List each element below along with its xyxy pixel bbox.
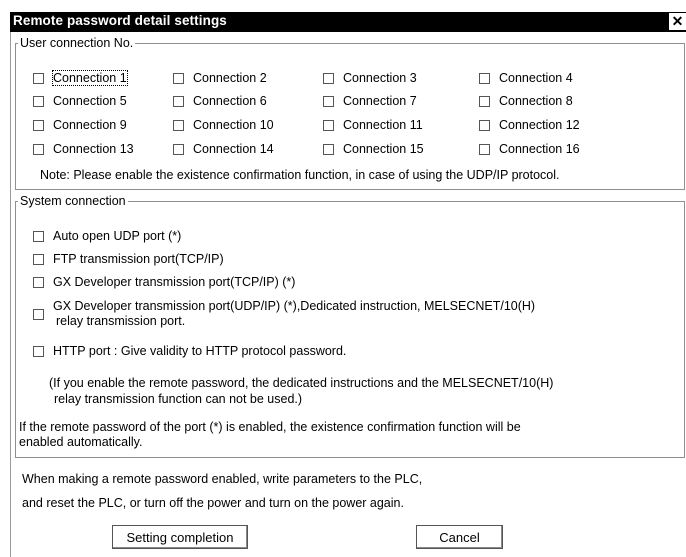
checkbox-box[interactable] xyxy=(173,72,184,84)
gx-udp-port-label-line2: relay transmission port. xyxy=(56,314,186,328)
checkbox-box[interactable] xyxy=(33,72,44,84)
user-connection-legend: User connection No. xyxy=(20,36,134,50)
connection-11-label: Connection 11 xyxy=(343,118,423,132)
connection-6-checkbox[interactable]: Connection 6 xyxy=(173,94,267,108)
ftp-port-label: FTP transmission port(TCP/IP) xyxy=(53,252,224,266)
system-connection-legend: System connection xyxy=(20,194,126,208)
asterisk-line-1: If the remote password of the port (*) i… xyxy=(19,420,521,434)
connection-10-checkbox[interactable]: Connection 10 xyxy=(173,118,274,132)
checkbox-box[interactable] xyxy=(33,143,44,155)
connection-11-checkbox[interactable]: Connection 11 xyxy=(323,118,423,132)
connection-14-label: Connection 14 xyxy=(193,142,274,156)
close-icon[interactable]: ✕ xyxy=(669,13,686,30)
gx-udp-port-label: GX Developer transmission port(UDP/IP) (… xyxy=(53,299,535,329)
checkbox-box[interactable] xyxy=(479,95,490,107)
connection-4-label: Connection 4 xyxy=(499,71,573,85)
connection-2-checkbox[interactable]: Connection 2 xyxy=(173,71,267,85)
gx-udp-port-checkbox[interactable]: GX Developer transmission port(UDP/IP) (… xyxy=(33,299,535,329)
connection-13-checkbox[interactable]: Connection 13 xyxy=(33,142,134,156)
connection-3-checkbox[interactable]: Connection 3 xyxy=(323,71,417,85)
checkbox-box[interactable] xyxy=(173,119,184,131)
checkbox-box[interactable] xyxy=(33,276,44,288)
connection-15-label: Connection 15 xyxy=(343,142,424,156)
cancel-button[interactable]: Cancel xyxy=(416,525,503,549)
checkbox-box[interactable] xyxy=(479,119,490,131)
info-line-1: (If you enable the remote password, the … xyxy=(49,376,554,390)
user-connection-group: User connection No. xyxy=(15,36,685,190)
http-port-label: HTTP port : Give validity to HTTP protoc… xyxy=(53,344,347,358)
checkbox-box[interactable] xyxy=(173,95,184,107)
info-line-2: relay transmission function can not be u… xyxy=(54,392,303,406)
gx-tcp-port-checkbox[interactable]: GX Developer transmission port(TCP/IP) (… xyxy=(33,275,295,289)
dialog-body: User connection No. Connection 1 Connect… xyxy=(10,32,686,557)
udp-note: Note: Please enable the existence confir… xyxy=(40,168,560,182)
connection-14-checkbox[interactable]: Connection 14 xyxy=(173,142,274,156)
auto-open-udp-label: Auto open UDP port (*) xyxy=(53,229,182,243)
asterisk-line-2: enabled automatically. xyxy=(19,435,143,449)
connection-13-label: Connection 13 xyxy=(53,142,134,156)
connection-10-label: Connection 10 xyxy=(193,118,274,132)
window-title: Remote password detail settings xyxy=(13,13,227,28)
connection-12-checkbox[interactable]: Connection 12 xyxy=(479,118,580,132)
connection-1-label: Connection 1 xyxy=(52,70,128,86)
connection-3-label: Connection 3 xyxy=(343,71,417,85)
checkbox-box[interactable] xyxy=(33,308,44,320)
checkbox-box[interactable] xyxy=(479,143,490,155)
gx-udp-port-label-line1: GX Developer transmission port(UDP/IP) (… xyxy=(53,299,536,313)
connection-8-checkbox[interactable]: Connection 8 xyxy=(479,94,573,108)
connection-12-label: Connection 12 xyxy=(499,118,580,132)
auto-open-udp-checkbox[interactable]: Auto open UDP port (*) xyxy=(33,229,181,243)
checkbox-box[interactable] xyxy=(323,143,334,155)
checkbox-box[interactable] xyxy=(323,119,334,131)
connection-5-checkbox[interactable]: Connection 5 xyxy=(33,94,127,108)
checkbox-box[interactable] xyxy=(323,95,334,107)
connection-4-checkbox[interactable]: Connection 4 xyxy=(479,71,573,85)
ftp-port-checkbox[interactable]: FTP transmission port(TCP/IP) xyxy=(33,252,224,266)
checkbox-box[interactable] xyxy=(479,72,490,84)
footer-line-2: and reset the PLC, or turn off the power… xyxy=(22,496,404,510)
checkbox-box[interactable] xyxy=(33,119,44,131)
checkbox-box[interactable] xyxy=(323,72,334,84)
connection-9-label: Connection 9 xyxy=(53,118,127,132)
checkbox-box[interactable] xyxy=(33,345,44,357)
checkbox-box[interactable] xyxy=(33,253,44,265)
connection-7-label: Connection 7 xyxy=(343,94,417,108)
connection-15-checkbox[interactable]: Connection 15 xyxy=(323,142,424,156)
connection-16-checkbox[interactable]: Connection 16 xyxy=(479,142,580,156)
title-bar: Remote password detail settings ✕ xyxy=(10,12,686,32)
footer-line-1: When making a remote password enabled, w… xyxy=(22,472,423,486)
remote-password-info: (If you enable the remote password, the … xyxy=(49,375,553,407)
connection-16-label: Connection 16 xyxy=(499,142,580,156)
connection-7-checkbox[interactable]: Connection 7 xyxy=(323,94,417,108)
connection-8-label: Connection 8 xyxy=(499,94,573,108)
asterisk-info: If the remote password of the port (*) i… xyxy=(19,420,521,450)
setting-completion-button[interactable]: Setting completion xyxy=(112,525,248,549)
connection-2-label: Connection 2 xyxy=(193,71,267,85)
connection-5-label: Connection 5 xyxy=(53,94,127,108)
connection-9-checkbox[interactable]: Connection 9 xyxy=(33,118,127,132)
gx-tcp-port-label: GX Developer transmission port(TCP/IP) (… xyxy=(53,275,296,289)
checkbox-box[interactable] xyxy=(33,95,44,107)
checkbox-box[interactable] xyxy=(33,230,44,242)
checkbox-box[interactable] xyxy=(173,143,184,155)
connection-1-checkbox[interactable]: Connection 1 xyxy=(33,70,128,86)
http-port-checkbox[interactable]: HTTP port : Give validity to HTTP protoc… xyxy=(33,344,346,358)
connection-6-label: Connection 6 xyxy=(193,94,267,108)
